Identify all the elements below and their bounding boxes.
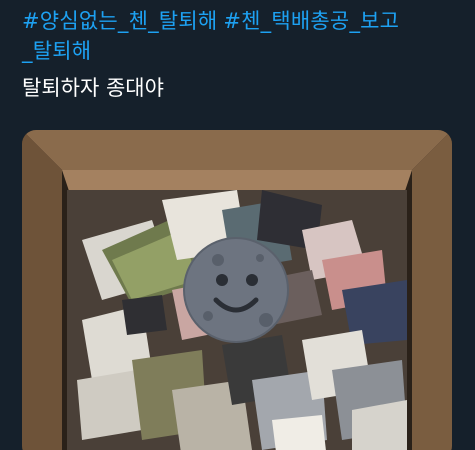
hashtag-link-2[interactable]: #첸_택배총공_보고	[223, 9, 399, 33]
hashtag-block: #양심없는_첸_탈퇴해 #첸_택배총공_보고 _탈퇴해	[22, 6, 453, 66]
tweet-text: 탈퇴하자 종대야	[22, 76, 164, 100]
hashtag-link-1[interactable]: #양심없는_첸_탈퇴해	[22, 9, 217, 33]
hashtag-link-2-continued[interactable]: _탈퇴해	[22, 39, 91, 63]
tweet-card: #양심없는_첸_탈퇴해 #첸_택배총공_보고 _탈퇴해 탈퇴하자 종대야	[0, 0, 475, 450]
box-photo	[22, 130, 452, 450]
moon-face-emoji-icon	[183, 237, 289, 343]
tweet-photo[interactable]	[22, 130, 452, 450]
